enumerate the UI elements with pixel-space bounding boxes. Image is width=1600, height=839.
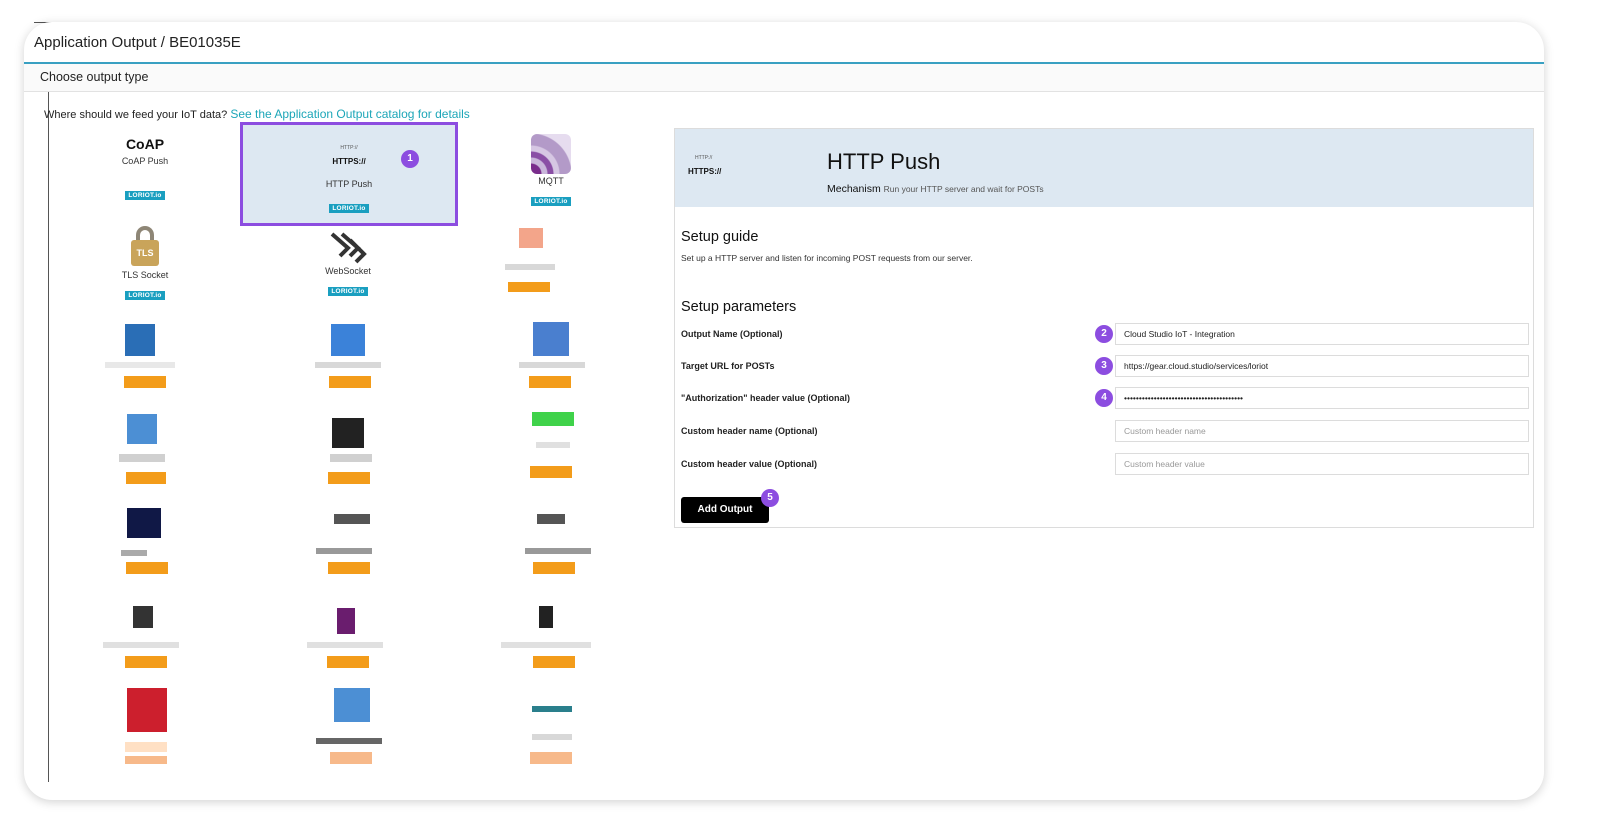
step-1-marker: 1 xyxy=(401,150,419,168)
page-title: Application Output / BE01035E xyxy=(34,34,241,51)
obscured-output-tile[interactable] xyxy=(328,414,410,494)
coap-title: CoAP xyxy=(125,136,165,152)
loriot-badge: LORIOT.io xyxy=(125,191,165,200)
obscured-output-tile[interactable] xyxy=(119,414,201,494)
step-2-marker: 2 xyxy=(1095,325,1113,343)
obscured-output-tile[interactable] xyxy=(103,602,183,682)
panel-header: HTTP:// HTTPS:// HTTP Push Mechanism Run… xyxy=(675,129,1533,207)
obscured-output-tile[interactable] xyxy=(105,318,199,398)
step-4-marker: 4 xyxy=(1095,389,1113,407)
obscured-output-tile[interactable] xyxy=(307,602,387,682)
loriot-badge: LORIOT.io xyxy=(329,204,369,213)
panel-http-small: HTTP:// xyxy=(695,155,713,161)
subheader-label: Choose output type xyxy=(40,70,149,84)
step-5-marker: 5 xyxy=(761,489,779,507)
output-name-input[interactable]: Cloud Studio IoT - Integration xyxy=(1115,323,1529,345)
custom-header-name-input[interactable]: Custom header name xyxy=(1115,420,1529,442)
panel-title: HTTP Push xyxy=(827,149,941,174)
target-url-input[interactable]: https://gear.cloud.studio/services/lorio… xyxy=(1115,355,1529,377)
mechanism-label: Mechanism xyxy=(827,183,881,195)
coap-label: CoAP Push xyxy=(121,156,169,166)
websocket-icon xyxy=(328,230,368,264)
panel-https-logo: HTTPS:// xyxy=(688,167,722,176)
mechanism: Mechanism Run your HTTP server and wait … xyxy=(827,183,1044,195)
setup-parameters-title: Setup parameters xyxy=(681,299,797,315)
mqtt-icon xyxy=(531,134,571,174)
authorization-header-input[interactable]: •••••••••••••••••••••••••••••••••••••••• xyxy=(1115,387,1529,409)
obscured-output-tile[interactable] xyxy=(530,412,612,492)
mqtt-label: MQTT xyxy=(538,176,564,186)
loriot-badge: LORIOT.io xyxy=(125,291,165,300)
http-small-label: HTTP:// xyxy=(340,145,358,151)
padlock-icon: TLS xyxy=(131,226,159,266)
setup-guide-text: Set up a HTTP server and listen for inco… xyxy=(681,253,973,263)
obscured-output-tile[interactable] xyxy=(521,508,601,588)
left-border xyxy=(48,92,49,782)
target-url-label: Target URL for POSTs xyxy=(681,361,775,371)
tls-socket-label: TLS Socket xyxy=(121,270,169,280)
output-tile-coap[interactable]: CoAP CoAP Push LORIOT.io xyxy=(70,136,220,220)
application-output-window: Application Output / BE01035E Choose out… xyxy=(24,22,1544,800)
authorization-header-label: "Authorization" header value (Optional) xyxy=(681,393,851,403)
obscured-output-tile[interactable] xyxy=(530,688,610,768)
output-prompt: Where should we feed your IoT data? See … xyxy=(44,107,470,121)
obscured-output-tile[interactable] xyxy=(501,602,591,682)
output-tile-http-push[interactable]: HTTP:// HTTPS:// HTTP Push LORIOT.io 1 xyxy=(240,122,458,226)
output-tile-mqtt[interactable]: MQTT LORIOT.io xyxy=(476,134,626,218)
websocket-label: WebSocket xyxy=(325,266,371,276)
obscured-output-tile[interactable] xyxy=(316,508,404,588)
obscured-output-tile[interactable] xyxy=(121,508,203,588)
custom-header-name-label: Custom header name (Optional) xyxy=(681,426,818,436)
https-label: HTTPS:// xyxy=(332,157,366,166)
obscured-output-tile[interactable] xyxy=(519,318,611,398)
obscured-output-tile[interactable] xyxy=(316,688,396,768)
obscured-output-tile[interactable] xyxy=(315,318,407,398)
loriot-badge: LORIOT.io xyxy=(531,197,571,206)
output-tile-tls-socket[interactable]: TLS TLS Socket LORIOT.io xyxy=(70,226,220,310)
output-name-label: Output Name (Optional) xyxy=(681,329,783,339)
tls-icon-text: TLS xyxy=(131,240,159,266)
setup-guide-title: Setup guide xyxy=(681,229,759,245)
subheader: Choose output type xyxy=(24,64,1544,92)
catalog-link[interactable]: See the Application Output catalog for d… xyxy=(230,107,470,121)
step-3-marker: 3 xyxy=(1095,357,1113,375)
add-output-button[interactable]: Add Output xyxy=(681,497,769,523)
obscured-output-tile[interactable] xyxy=(505,228,591,308)
mechanism-text: Run your HTTP server and wait for POSTs xyxy=(883,184,1044,194)
custom-header-value-input[interactable]: Custom header value xyxy=(1115,453,1529,475)
http-push-panel: HTTP:// HTTPS:// HTTP Push Mechanism Run… xyxy=(674,128,1534,528)
prompt-text: Where should we feed your IoT data? xyxy=(44,109,228,121)
custom-header-value-label: Custom header value (Optional) xyxy=(681,459,818,469)
output-tile-websocket[interactable]: WebSocket LORIOT.io xyxy=(273,230,423,314)
loriot-badge: LORIOT.io xyxy=(328,287,368,296)
obscured-output-tile[interactable] xyxy=(125,688,205,768)
http-push-label: HTTP Push xyxy=(325,179,373,189)
